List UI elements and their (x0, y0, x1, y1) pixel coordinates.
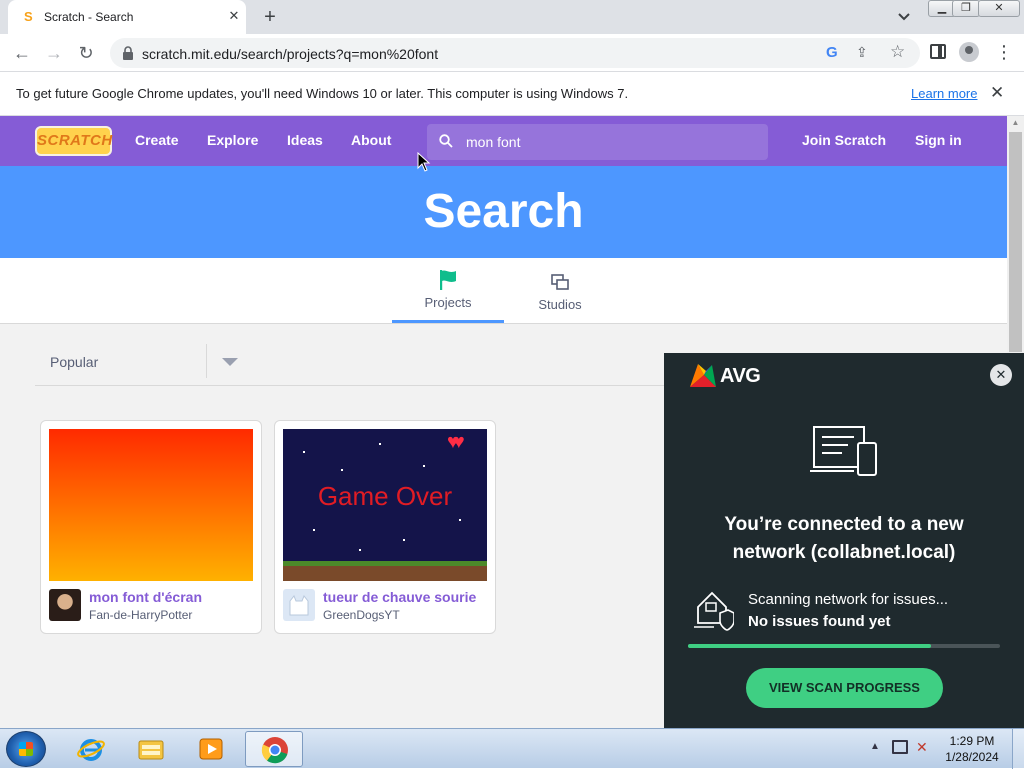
tab-studios-label: Studios (538, 297, 582, 312)
scratch-logo[interactable]: SCRATCH (35, 126, 112, 156)
close-icon[interactable]: ✕ (990, 364, 1012, 386)
google-lens-icon[interactable]: G (826, 44, 838, 61)
page-title: Search (423, 185, 584, 238)
chrome-icon (261, 737, 288, 764)
tab-projects-label: Projects (424, 295, 472, 310)
nav-ideas-link[interactable]: Ideas (287, 132, 323, 148)
taskbar-file-explorer[interactable] (122, 731, 180, 767)
reload-icon[interactable]: ↻ (73, 40, 99, 66)
taskbar-media-player[interactable] (182, 731, 240, 767)
share-icon[interactable]: ⇪ (856, 44, 868, 61)
author-avatar[interactable] (49, 589, 81, 621)
studios-icon (551, 274, 569, 290)
browser-tab[interactable]: S Scratch - Search ✕ (8, 0, 246, 34)
tab-close-icon[interactable]: ✕ (226, 8, 242, 24)
nav-about-link[interactable]: About (351, 132, 391, 148)
sign-in-link[interactable]: Sign in (915, 132, 962, 148)
mouse-cursor-icon (417, 152, 431, 172)
thumbnail-text: Game Over (317, 481, 453, 511)
learn-more-link[interactable]: Learn more (911, 86, 977, 101)
project-author[interactable]: GreenDogsYT (323, 608, 400, 622)
tab-projects[interactable]: Projects (392, 258, 504, 323)
url-text[interactable]: scratch.mit.edu/search/projects?q=mon%20… (142, 46, 438, 62)
browser-tab-strip: S Scratch - Search ✕ + ▁ ❐ ✕ (0, 0, 1024, 34)
avg-brand: AVG (720, 365, 761, 387)
address-bar[interactable]: scratch.mit.edu/search/projects?q=mon%20… (110, 38, 920, 68)
project-author[interactable]: Fan-de-HarryPotter (89, 608, 192, 622)
avg-headline: You’re connected to a new network (colla… (724, 514, 964, 563)
profile-avatar-icon[interactable] (959, 42, 979, 62)
caret-down-icon[interactable] (222, 358, 238, 366)
project-title[interactable]: tueur de chauve sourie (323, 589, 476, 605)
start-button[interactable] (6, 731, 46, 767)
window-close-button[interactable]: ✕ (978, 0, 1020, 17)
avg-notification: AVG ✕ You’re connected to a new network … (664, 353, 1024, 728)
bookmark-star-icon[interactable]: ☆ (890, 42, 905, 62)
infobar-close-icon[interactable]: ✕ (990, 83, 1004, 103)
scan-progress-fill (688, 644, 932, 648)
volume-muted-icon[interactable]: ✕ (916, 739, 928, 756)
clock-time[interactable]: 1:29 PM (932, 734, 1012, 748)
tab-search-chevron-icon[interactable] (893, 8, 915, 26)
media-player-icon (199, 738, 223, 760)
scroll-up-icon[interactable]: ▲ (1007, 118, 1024, 130)
taskbar-internet-explorer[interactable] (62, 731, 120, 767)
scratch-favicon-icon: S (24, 9, 33, 24)
nav-explore-link[interactable]: Explore (207, 132, 258, 148)
sort-selected-label: Popular (50, 354, 99, 370)
network-device-icon (810, 426, 877, 476)
show-desktop-button[interactable] (1012, 729, 1024, 769)
tab-studios[interactable]: Studios (504, 258, 616, 323)
scan-result-text: No issues found yet (748, 613, 891, 630)
home-network-shield-icon (694, 591, 734, 631)
scratch-search-input[interactable]: mon font (427, 124, 768, 160)
forward-arrow-icon[interactable]: → (41, 40, 67, 66)
scratch-navbar: SCRATCH Create Explore Ideas About mon f… (0, 116, 1007, 166)
project-thumbnail[interactable]: ♥♥ Game Over (283, 429, 487, 581)
search-banner: Search (0, 166, 1007, 258)
update-infobar: To get future Google Chrome updates, you… (0, 72, 1024, 116)
hearts-icon: ♥♥ (447, 431, 465, 453)
scroll-thumb[interactable] (1009, 132, 1022, 352)
search-icon (439, 134, 453, 148)
chrome-menu-icon[interactable]: ⋮ (995, 42, 1013, 62)
cat-avatar-icon (289, 595, 309, 616)
view-scan-progress-button[interactable]: VIEW SCAN PROGRESS (746, 668, 943, 708)
lock-icon[interactable] (122, 46, 134, 60)
search-query-text[interactable]: mon font (466, 134, 520, 150)
join-scratch-link[interactable]: Join Scratch (802, 132, 886, 148)
clock-date[interactable]: 1/28/2024 (932, 750, 1012, 764)
file-explorer-icon (138, 740, 164, 760)
window-restore-button[interactable]: ❐ (952, 0, 980, 17)
side-panel-icon[interactable] (930, 44, 946, 59)
avg-logo-icon (690, 364, 716, 387)
project-card[interactable]: ♥♥ Game Over tueur de chauve sourie Gree… (274, 420, 496, 634)
project-thumbnail[interactable] (49, 429, 253, 581)
sort-divider (206, 344, 207, 378)
windows-taskbar: ▲ ✕ 1:29 PM 1/28/2024 (0, 728, 1024, 769)
search-tabs: Projects Studios (0, 258, 1007, 324)
tab-title: Scratch - Search (44, 10, 134, 24)
project-title[interactable]: mon font d'écran (89, 589, 202, 605)
nav-create-link[interactable]: Create (135, 132, 179, 148)
project-card[interactable]: mon font d'écran Fan-de-HarryPotter (40, 420, 262, 634)
show-hidden-icons-icon[interactable]: ▲ (870, 741, 880, 752)
browser-toolbar: ← → ↻ scratch.mit.edu/search/projects?q=… (0, 34, 1024, 72)
new-tab-button[interactable]: + (258, 5, 282, 29)
scan-status-text: Scanning network for issues... (748, 591, 949, 608)
taskbar-chrome[interactable] (245, 731, 303, 767)
flag-icon (440, 270, 456, 290)
network-icon[interactable] (892, 740, 908, 754)
scan-progress-bar (688, 644, 1000, 648)
internet-explorer-icon (77, 739, 105, 761)
sort-dropdown[interactable]: Popular (35, 344, 665, 386)
infobar-message: To get future Google Chrome updates, you… (16, 86, 629, 101)
back-arrow-icon[interactable]: ← (9, 40, 35, 66)
author-avatar[interactable] (283, 589, 315, 621)
system-tray: ▲ ✕ 1:29 PM 1/28/2024 (860, 729, 1024, 769)
